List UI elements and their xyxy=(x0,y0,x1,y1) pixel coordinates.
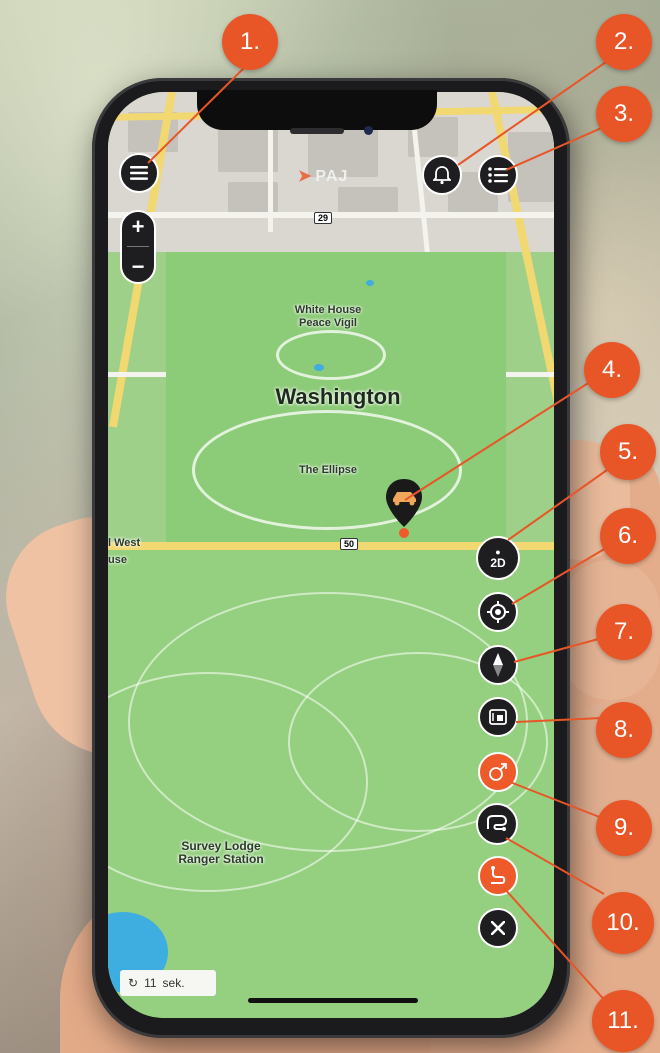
callout-7: 7. xyxy=(596,604,652,660)
car-pin-icon[interactable] xyxy=(384,477,424,539)
locate-button[interactable] xyxy=(478,592,518,632)
refresh-timer: ↻ 11 sek. xyxy=(120,970,216,996)
zoom-in-button[interactable]: + xyxy=(132,216,145,238)
callout-3: 3. xyxy=(596,86,652,142)
callout-11: 11. xyxy=(592,990,654,1052)
phone-notch xyxy=(197,90,437,130)
bell-icon xyxy=(433,166,451,185)
home-indicator xyxy=(248,998,418,1003)
street-label: use xyxy=(108,554,127,566)
zoom-control: + − xyxy=(120,210,156,284)
geofence-button[interactable] xyxy=(478,752,518,792)
close-button[interactable] xyxy=(478,908,518,948)
callout-6: 6. xyxy=(600,508,656,564)
history-icon xyxy=(491,866,506,884)
route-button[interactable] xyxy=(476,803,518,845)
locate-icon xyxy=(487,601,509,623)
callout-5: 5. xyxy=(600,424,656,480)
list-icon xyxy=(488,167,508,183)
compass-icon xyxy=(493,653,503,677)
water xyxy=(314,364,324,371)
route-shield: 50 xyxy=(340,538,359,550)
history-button[interactable] xyxy=(478,856,518,896)
geofence-icon xyxy=(489,763,507,781)
map-layers-icon xyxy=(489,709,507,725)
phone-camera xyxy=(364,126,373,135)
notifications-button[interactable] xyxy=(422,155,462,195)
view-toggle-button[interactable]: ● 2D xyxy=(476,536,520,580)
timer-value: 11 xyxy=(144,976,157,990)
callout-10: 10. xyxy=(592,892,654,954)
route-shield: 29 xyxy=(314,212,333,224)
callout-8: 8. xyxy=(596,702,652,758)
poi-label-lodge: Survey Lodge Ranger Station xyxy=(178,839,264,866)
street-label: l West xyxy=(108,537,141,549)
zoom-divider xyxy=(127,246,149,248)
compass-button[interactable] xyxy=(478,645,518,685)
callout-4: 4. xyxy=(584,342,640,398)
list-button[interactable] xyxy=(478,155,518,195)
poi-label-whitehouse: White House Peace Vigil xyxy=(294,304,362,329)
refresh-icon: ↻ xyxy=(128,976,139,990)
app-logo: ➤ PAJ xyxy=(298,168,349,185)
close-icon xyxy=(491,921,505,935)
callout-1: 1. xyxy=(222,14,278,70)
callout-2: 2. xyxy=(596,14,652,70)
ellipse-outline xyxy=(276,330,386,380)
callout-9: 9. xyxy=(596,800,652,856)
zoom-out-button[interactable]: − xyxy=(132,255,145,278)
timer-unit: sek. xyxy=(162,976,185,990)
view-mode-label: 2D xyxy=(490,555,506,570)
route-icon xyxy=(487,815,508,831)
poi-label-ellipse: The Ellipse xyxy=(298,464,358,476)
phone-speaker xyxy=(290,128,344,134)
water xyxy=(366,280,374,286)
hamburger-icon xyxy=(130,166,148,180)
city-label: Washington xyxy=(275,384,401,409)
map-layers-button[interactable] xyxy=(478,697,518,737)
menu-button[interactable] xyxy=(119,153,159,193)
